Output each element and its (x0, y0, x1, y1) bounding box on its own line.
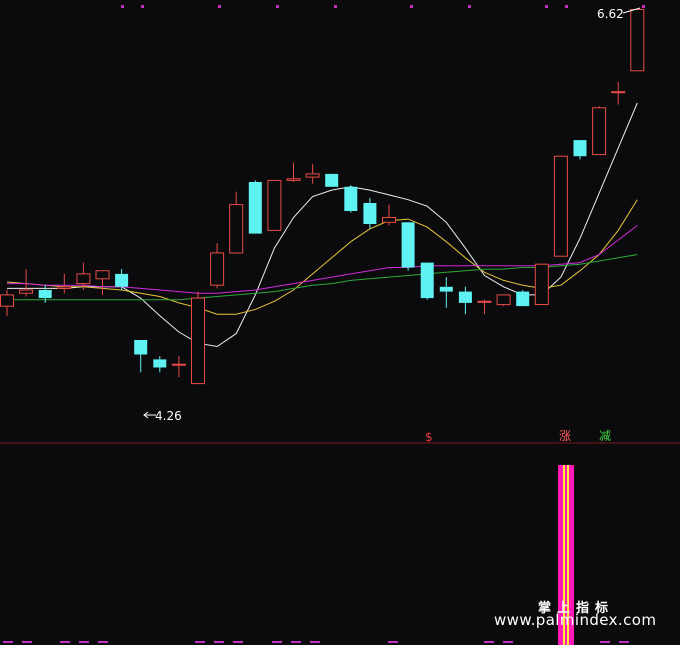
candle-body (229, 204, 244, 254)
candle-body (458, 291, 472, 303)
candle (534, 263, 549, 306)
candle (191, 291, 205, 385)
candle-body (171, 363, 186, 366)
bottom-dot (619, 641, 629, 643)
candle (496, 294, 511, 307)
candle-body (38, 290, 52, 299)
top-dot (121, 5, 124, 8)
candle (325, 173, 339, 187)
candle-body (134, 340, 148, 355)
bottom-dot (272, 641, 282, 643)
candle-body (630, 9, 645, 72)
top-dot (410, 5, 413, 8)
candle-body (592, 107, 607, 156)
candle-body (344, 186, 358, 211)
candle (344, 185, 358, 213)
watermark-url: www.palmindex.com (494, 611, 657, 629)
candle (248, 180, 262, 234)
bottom-dot (22, 641, 32, 643)
candle-body (553, 155, 568, 257)
bottom-dot (291, 641, 301, 643)
candle-body (477, 300, 492, 303)
top-dot (218, 5, 221, 8)
candle-body (363, 203, 377, 224)
candle-body (611, 91, 626, 94)
kline-chart: 6.62 4.26 $ 涨 减 (0, 0, 680, 645)
bottom-dot (3, 641, 13, 643)
candle-body (305, 173, 320, 178)
candle-body (95, 270, 110, 280)
bottom-dot (310, 641, 320, 643)
candle-body (516, 291, 530, 307)
bottom-dot (79, 641, 89, 643)
candle-body (420, 262, 434, 299)
candle (267, 179, 282, 231)
signal-s-label: $ (425, 430, 433, 444)
candle-body (382, 217, 396, 223)
signal-zhang-label: 涨 (559, 428, 571, 443)
top-dot (276, 5, 279, 8)
bottom-dot (233, 641, 243, 643)
candle (401, 222, 415, 271)
candle-body (496, 294, 511, 306)
candle-body (19, 289, 34, 294)
candle-body (115, 273, 129, 287)
top-dot (545, 5, 548, 8)
candle (592, 106, 607, 156)
candle-body (191, 297, 205, 385)
top-dot (468, 5, 471, 8)
candle (553, 155, 568, 257)
candle-body (401, 222, 415, 268)
bottom-dot (98, 641, 108, 643)
bottom-dot (388, 641, 398, 643)
bottom-dot (484, 641, 494, 643)
candle (516, 290, 530, 307)
candle-body (573, 140, 587, 157)
candle-body (153, 359, 167, 368)
candle-body (267, 179, 282, 231)
signal-jian-label: 减 (599, 429, 611, 443)
bottom-dot (503, 641, 513, 643)
candle-body (248, 182, 262, 234)
candle-body (286, 178, 301, 181)
top-dot (334, 5, 337, 8)
candle-body (534, 263, 549, 306)
candle-body (57, 286, 72, 289)
candle (630, 9, 645, 72)
low-price-label: 4.26 (155, 409, 182, 423)
candle-body (439, 286, 453, 292)
bottom-dot (195, 641, 205, 643)
candle-body (0, 294, 14, 307)
high-price-label: 6.62 (597, 7, 624, 21)
candle (420, 262, 434, 300)
candle-body (325, 173, 339, 187)
top-dot (141, 5, 144, 8)
bottom-dot (600, 641, 610, 643)
bottom-dot (214, 641, 224, 643)
candle-body (76, 273, 91, 285)
top-dot (642, 5, 645, 8)
bottom-dot (60, 641, 70, 643)
candle-body (210, 252, 225, 286)
top-dot (565, 5, 568, 8)
chart-background (0, 0, 680, 645)
